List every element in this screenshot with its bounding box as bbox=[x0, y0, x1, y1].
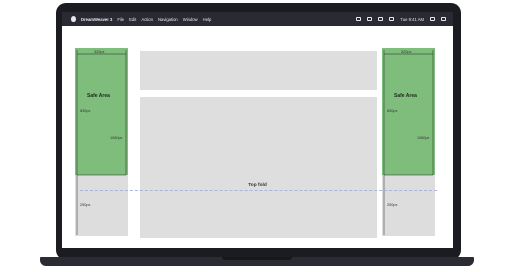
menu-clock[interactable]: Tue 9:41 AM bbox=[400, 17, 424, 22]
content-placeholder bbox=[140, 97, 377, 238]
right-viewport-height-label: 1080px bbox=[417, 136, 430, 140]
left-viewport-height-label: 1080px bbox=[110, 136, 123, 140]
right-safe-area-label: Safe Area bbox=[394, 93, 417, 99]
menu-edit[interactable]: Edit bbox=[129, 17, 136, 22]
laptop-screen: DreamWeaver 3 File Edit Action Navigatio… bbox=[62, 12, 453, 248]
laptop-mockup: DreamWeaver 3 File Edit Action Navigatio… bbox=[0, 0, 511, 272]
left-below-fold-label: 250px bbox=[80, 203, 91, 207]
menu-action[interactable]: Action bbox=[141, 17, 153, 22]
left-column: 320px Safe Area 830px 1080px 250px bbox=[75, 48, 128, 236]
right-dimension-lines bbox=[383, 50, 434, 235]
right-width-label: 320px bbox=[401, 50, 412, 54]
layout-canvas: 320px Safe Area 830px 1080px 250px 320px… bbox=[70, 46, 444, 243]
menu-bar: DreamWeaver 3 File Edit Action Navigatio… bbox=[62, 12, 453, 26]
control-center-icon[interactable] bbox=[441, 17, 446, 21]
search-icon[interactable] bbox=[430, 17, 435, 21]
menu-file[interactable]: File bbox=[117, 17, 124, 22]
apple-icon[interactable] bbox=[71, 16, 76, 22]
left-safe-area-label: Safe Area bbox=[87, 93, 110, 99]
battery-icon[interactable] bbox=[389, 17, 395, 21]
right-below-fold-label: 250px bbox=[387, 203, 398, 207]
left-safe-height-label: 830px bbox=[80, 109, 91, 113]
wifi-icon[interactable] bbox=[378, 17, 384, 21]
right-column: 320px Safe Area 830px 1080px 250px bbox=[382, 48, 435, 236]
header-placeholder bbox=[140, 51, 377, 90]
menu-app-name[interactable]: DreamWeaver 3 bbox=[81, 17, 112, 22]
menu-navigation[interactable]: Navigation bbox=[158, 17, 178, 22]
left-width-label: 320px bbox=[94, 50, 105, 54]
laptop-notch bbox=[222, 257, 292, 260]
menu-window[interactable]: Window bbox=[183, 17, 198, 22]
top-fold-line bbox=[80, 190, 437, 191]
right-safe-height-label: 830px bbox=[387, 109, 398, 113]
left-dimension-lines bbox=[76, 50, 127, 235]
display-icon[interactable] bbox=[367, 17, 373, 21]
notification-icon[interactable] bbox=[356, 17, 362, 21]
menu-help[interactable]: Help bbox=[203, 17, 212, 22]
top-fold-label: Top fold bbox=[248, 183, 267, 188]
